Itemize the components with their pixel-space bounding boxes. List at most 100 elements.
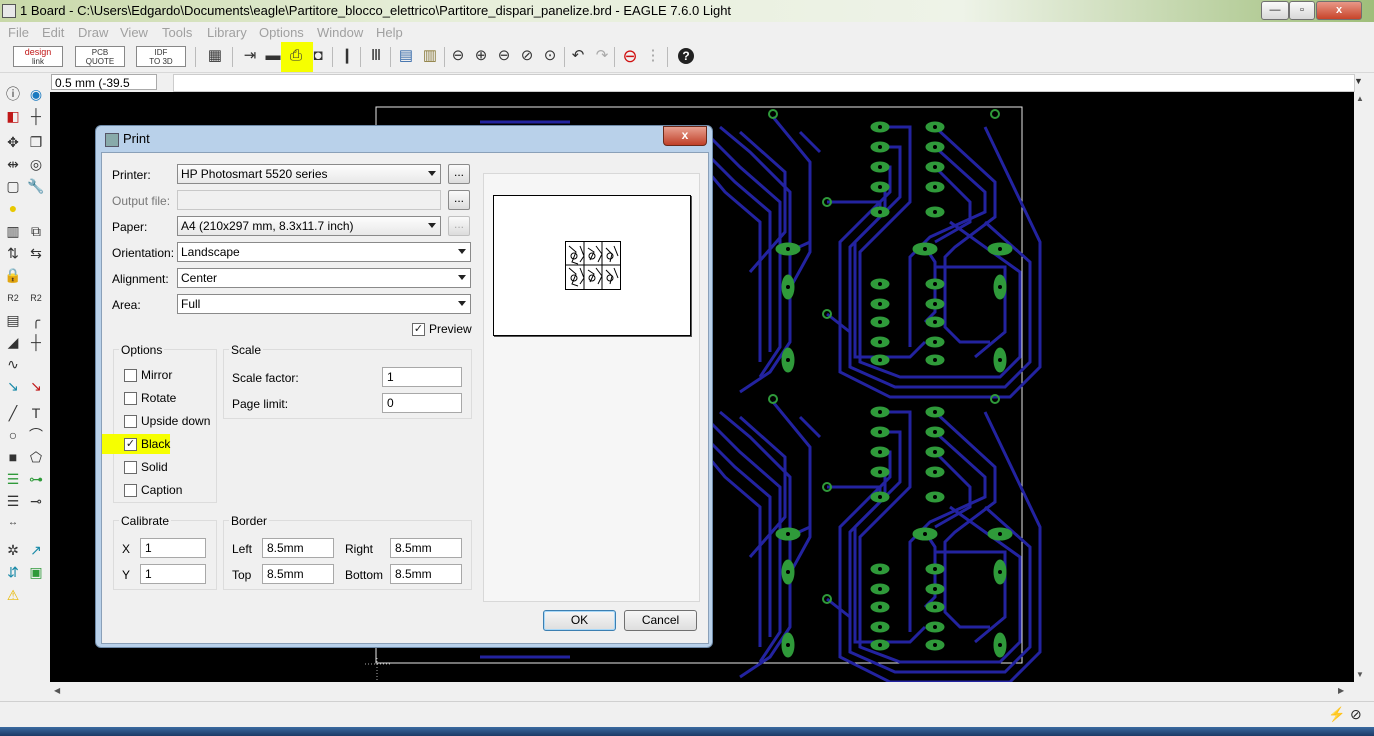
cancel-button[interactable]: Cancel — [624, 610, 697, 631]
meander-icon[interactable]: ∿ — [3, 354, 23, 374]
print-icon[interactable]: ⎙ — [286, 46, 306, 66]
mark-icon[interactable]: ┼ — [26, 106, 46, 126]
script-icon[interactable]: ❙ — [337, 46, 357, 66]
vertical-scrollbar[interactable]: ▲ ▼ — [1354, 92, 1366, 682]
attribute-icon[interactable]: ⊸ — [26, 491, 46, 511]
border-right-input[interactable]: 8.5mm — [390, 538, 462, 558]
zoom-redraw-icon[interactable]: ⊘ — [517, 46, 537, 66]
signal-icon[interactable]: ⊶ — [26, 469, 46, 489]
show-icon[interactable]: ◉ — [26, 84, 46, 104]
menu-library[interactable]: Library — [207, 25, 247, 40]
move-icon[interactable]: ✥ — [3, 132, 23, 152]
ok-button[interactable]: OK — [543, 610, 616, 631]
display-icon[interactable]: ◧ — [3, 106, 23, 126]
go-icon[interactable]: ⋮ — [643, 46, 663, 66]
change-icon[interactable]: 🔧 — [26, 176, 46, 196]
orientation-select[interactable]: Landscape — [177, 242, 471, 262]
redo-icon[interactable]: ↷ — [592, 46, 612, 66]
scroll-right-icon[interactable]: ▶ — [1338, 686, 1344, 695]
rotate-checkbox[interactable]: Rotate — [124, 391, 204, 407]
menu-help[interactable]: Help — [376, 25, 403, 40]
dimension-icon[interactable]: ↔ — [3, 513, 23, 533]
route-icon[interactable]: ↘ — [3, 376, 23, 396]
command-dropdown-icon[interactable]: ▼ — [1354, 76, 1363, 86]
calibrate-y-input[interactable]: 1 — [140, 564, 206, 584]
help-icon[interactable]: ? — [678, 48, 694, 64]
border-bottom-input[interactable]: 8.5mm — [390, 564, 462, 584]
caption-checkbox[interactable]: Caption — [124, 483, 204, 499]
scr-icon[interactable]: ▤ — [396, 46, 416, 66]
stop-command-icon[interactable]: ⊘ — [1350, 706, 1362, 723]
undo-icon[interactable]: ↶ — [568, 46, 588, 66]
printer-select[interactable]: HP Photosmart 5520 series — [177, 164, 441, 184]
preview-checkbox[interactable]: ✓ Preview — [412, 322, 482, 338]
split-icon[interactable]: ◢ — [3, 332, 23, 352]
idf-to-3d-button[interactable]: IDF TO 3D — [136, 46, 186, 67]
paste-icon[interactable]: ● — [3, 198, 23, 218]
swap-icon[interactable]: ⇆ — [26, 243, 46, 263]
cam-icon[interactable]: ◘ — [308, 46, 328, 66]
circle-icon[interactable]: ○ — [3, 425, 23, 445]
menu-edit[interactable]: Edit — [42, 25, 64, 40]
alignment-select[interactable]: Center — [177, 268, 471, 288]
menu-draw[interactable]: Draw — [78, 25, 108, 40]
pcb-quote-button[interactable]: PCB QUOTE — [75, 46, 125, 67]
stop-icon[interactable]: ⊖ — [620, 46, 640, 66]
menu-options[interactable]: Options — [259, 25, 304, 40]
printer-browse-button[interactable]: ... — [448, 164, 470, 184]
rotate-icon[interactable]: ◎ — [26, 154, 46, 174]
open-icon[interactable]: ⇥ — [240, 46, 260, 66]
layers-icon[interactable]: Ⅲ — [366, 46, 386, 66]
calibrate-x-input[interactable]: 1 — [140, 538, 206, 558]
grid-icon[interactable]: ▦ — [205, 46, 225, 66]
zoom-fit-icon[interactable]: ⊖ — [448, 46, 468, 66]
name-icon[interactable]: R2 — [3, 288, 23, 308]
border-top-input[interactable]: 8.5mm — [262, 564, 334, 584]
scroll-up-icon[interactable]: ▲ — [1356, 94, 1364, 103]
copy-icon[interactable]: ❐ — [26, 132, 46, 152]
value-icon[interactable]: R2 — [26, 288, 46, 308]
solid-checkbox[interactable]: Solid — [124, 460, 204, 476]
ripup-icon[interactable]: ↘ — [26, 376, 46, 396]
horizontal-scrollbar[interactable]: ◀ ▶ — [50, 683, 1354, 700]
save-icon[interactable]: ▬ — [263, 46, 283, 66]
errors-icon[interactable]: ⚠ — [3, 585, 23, 605]
smash-icon[interactable]: ▤ — [3, 310, 23, 330]
zoom-in-icon[interactable]: ⊕ — [471, 46, 491, 66]
lock-icon[interactable]: 🔒 — [3, 265, 23, 285]
hole-icon[interactable]: ☰ — [3, 491, 23, 511]
info-icon[interactable]: ⓘ — [3, 84, 23, 104]
wire-icon[interactable]: ╱ — [3, 403, 23, 423]
pin-icon[interactable]: ⚡ — [1328, 706, 1345, 723]
replace-icon[interactable]: ⇅ — [3, 243, 23, 263]
zoom-select-icon[interactable]: ⊙ — [540, 46, 560, 66]
menu-window[interactable]: Window — [317, 25, 363, 40]
menu-tools[interactable]: Tools — [162, 25, 192, 40]
scroll-down-icon[interactable]: ▼ — [1356, 670, 1364, 679]
group-icon[interactable]: ▢ — [3, 176, 23, 196]
erc-icon[interactable]: ▣ — [26, 562, 46, 582]
add-icon[interactable]: ⧉ — [26, 221, 46, 241]
scale-factor-input[interactable]: 1 — [382, 367, 462, 387]
menu-file[interactable]: File — [8, 25, 29, 40]
ulp-icon[interactable]: ▥ — [420, 46, 440, 66]
output-file-browse-button[interactable]: ... — [448, 190, 470, 210]
text-icon[interactable]: T — [26, 403, 46, 423]
dialog-close-button[interactable]: x — [663, 126, 707, 146]
miter-icon[interactable]: ╭ — [26, 310, 46, 330]
menu-view[interactable]: View — [120, 25, 148, 40]
area-select[interactable]: Full — [177, 294, 471, 314]
optimize-icon[interactable]: ┼ — [26, 332, 46, 352]
command-line-input[interactable] — [173, 74, 1355, 92]
upside-down-checkbox[interactable]: Upside down — [124, 414, 214, 430]
paper-browse-button[interactable]: ... — [448, 216, 470, 236]
maximize-button[interactable]: ▫ — [1289, 1, 1315, 20]
designlink-button[interactable]: design link — [13, 46, 63, 67]
delete-icon[interactable]: ▥ — [3, 221, 23, 241]
close-button[interactable]: x — [1316, 1, 1362, 20]
arc-icon[interactable]: ⌒ — [26, 425, 46, 445]
polygon-icon[interactable]: ⬠ — [26, 447, 46, 467]
minimize-button[interactable]: — — [1261, 1, 1289, 20]
zoom-out-icon[interactable]: ⊖ — [494, 46, 514, 66]
black-checkbox[interactable]: ✓ Black — [124, 437, 204, 453]
